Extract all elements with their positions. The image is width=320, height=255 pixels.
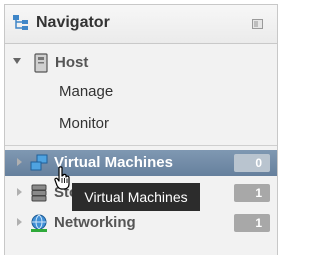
host-monitor-link[interactable]: Monitor: [59, 115, 109, 132]
count-badge: 1: [234, 184, 270, 202]
count-badge: 1: [234, 214, 270, 232]
collapse-panel-button[interactable]: [252, 19, 263, 29]
networking-icon: [31, 214, 47, 232]
navigator-panel: Navigator Host Manage Monitor Virtual Ma…: [4, 4, 278, 255]
count-badge: 0: [234, 154, 270, 172]
nav-item-virtual-machines[interactable]: Virtual Machines 0: [5, 150, 277, 176]
host-manage-link[interactable]: Manage: [59, 83, 113, 100]
expand-arrow-icon[interactable]: [17, 158, 22, 166]
navigator-header: Navigator: [5, 5, 277, 44]
hand-cursor-icon: [54, 166, 70, 190]
navigator-icon: [13, 15, 28, 30]
host-icon: [34, 53, 48, 73]
expand-arrow-icon[interactable]: [13, 58, 21, 64]
nav-item-label: Networking: [54, 214, 136, 231]
expand-arrow-icon[interactable]: [17, 188, 22, 196]
divider: [5, 145, 277, 146]
navigator-title: Navigator: [36, 14, 110, 31]
host-label: Host: [55, 54, 89, 71]
storage-icon: [31, 184, 47, 202]
tooltip: Virtual Machines: [72, 183, 200, 211]
nav-item-networking[interactable]: Networking 1: [5, 210, 277, 236]
host-node[interactable]: Host: [5, 51, 277, 73]
expand-arrow-icon[interactable]: [17, 218, 22, 226]
virtual-machines-icon: [30, 154, 48, 171]
